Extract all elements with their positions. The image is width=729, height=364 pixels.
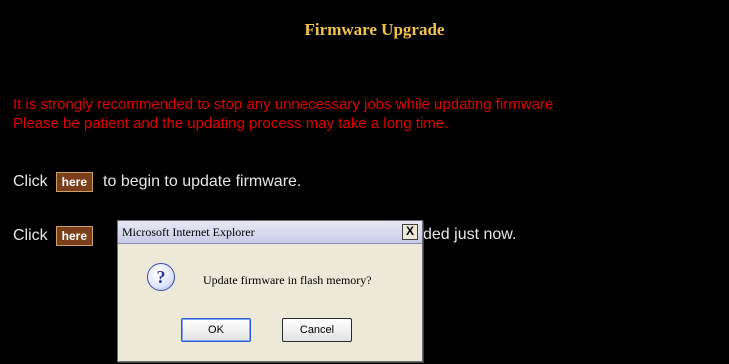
- update-row-text: to begin to update firmware.: [103, 173, 302, 190]
- ok-button[interactable]: OK: [181, 318, 251, 342]
- dialog-titlebar[interactable]: Microsoft Internet Explorer X: [118, 221, 422, 244]
- click-label: Click: [13, 227, 48, 244]
- second-action-row: Click here: [13, 226, 103, 246]
- warning-line-2: Please be patient and the updating proce…: [13, 115, 449, 132]
- warning-line-1: It is strongly recommended to stop any u…: [13, 96, 554, 113]
- page-title: Firmware Upgrade: [304, 20, 445, 39]
- begin-update-here-button[interactable]: here: [55, 172, 94, 192]
- second-row-text-tail: ded just now.: [423, 226, 517, 243]
- confirm-dialog: Microsoft Internet Explorer X ? Update f…: [117, 220, 423, 362]
- click-label: Click: [13, 173, 48, 190]
- update-firmware-row: Click here to begin to update firmware.: [13, 172, 301, 192]
- close-icon[interactable]: X: [402, 224, 418, 240]
- warning-message: It is strongly recommended to stop any u…: [13, 95, 729, 133]
- dialog-title: Microsoft Internet Explorer: [122, 225, 255, 239]
- dialog-message: Update firmware in flash memory?: [203, 273, 372, 287]
- cancel-button[interactable]: Cancel: [282, 318, 352, 342]
- second-here-button[interactable]: here: [55, 226, 94, 246]
- question-icon: ?: [147, 263, 175, 291]
